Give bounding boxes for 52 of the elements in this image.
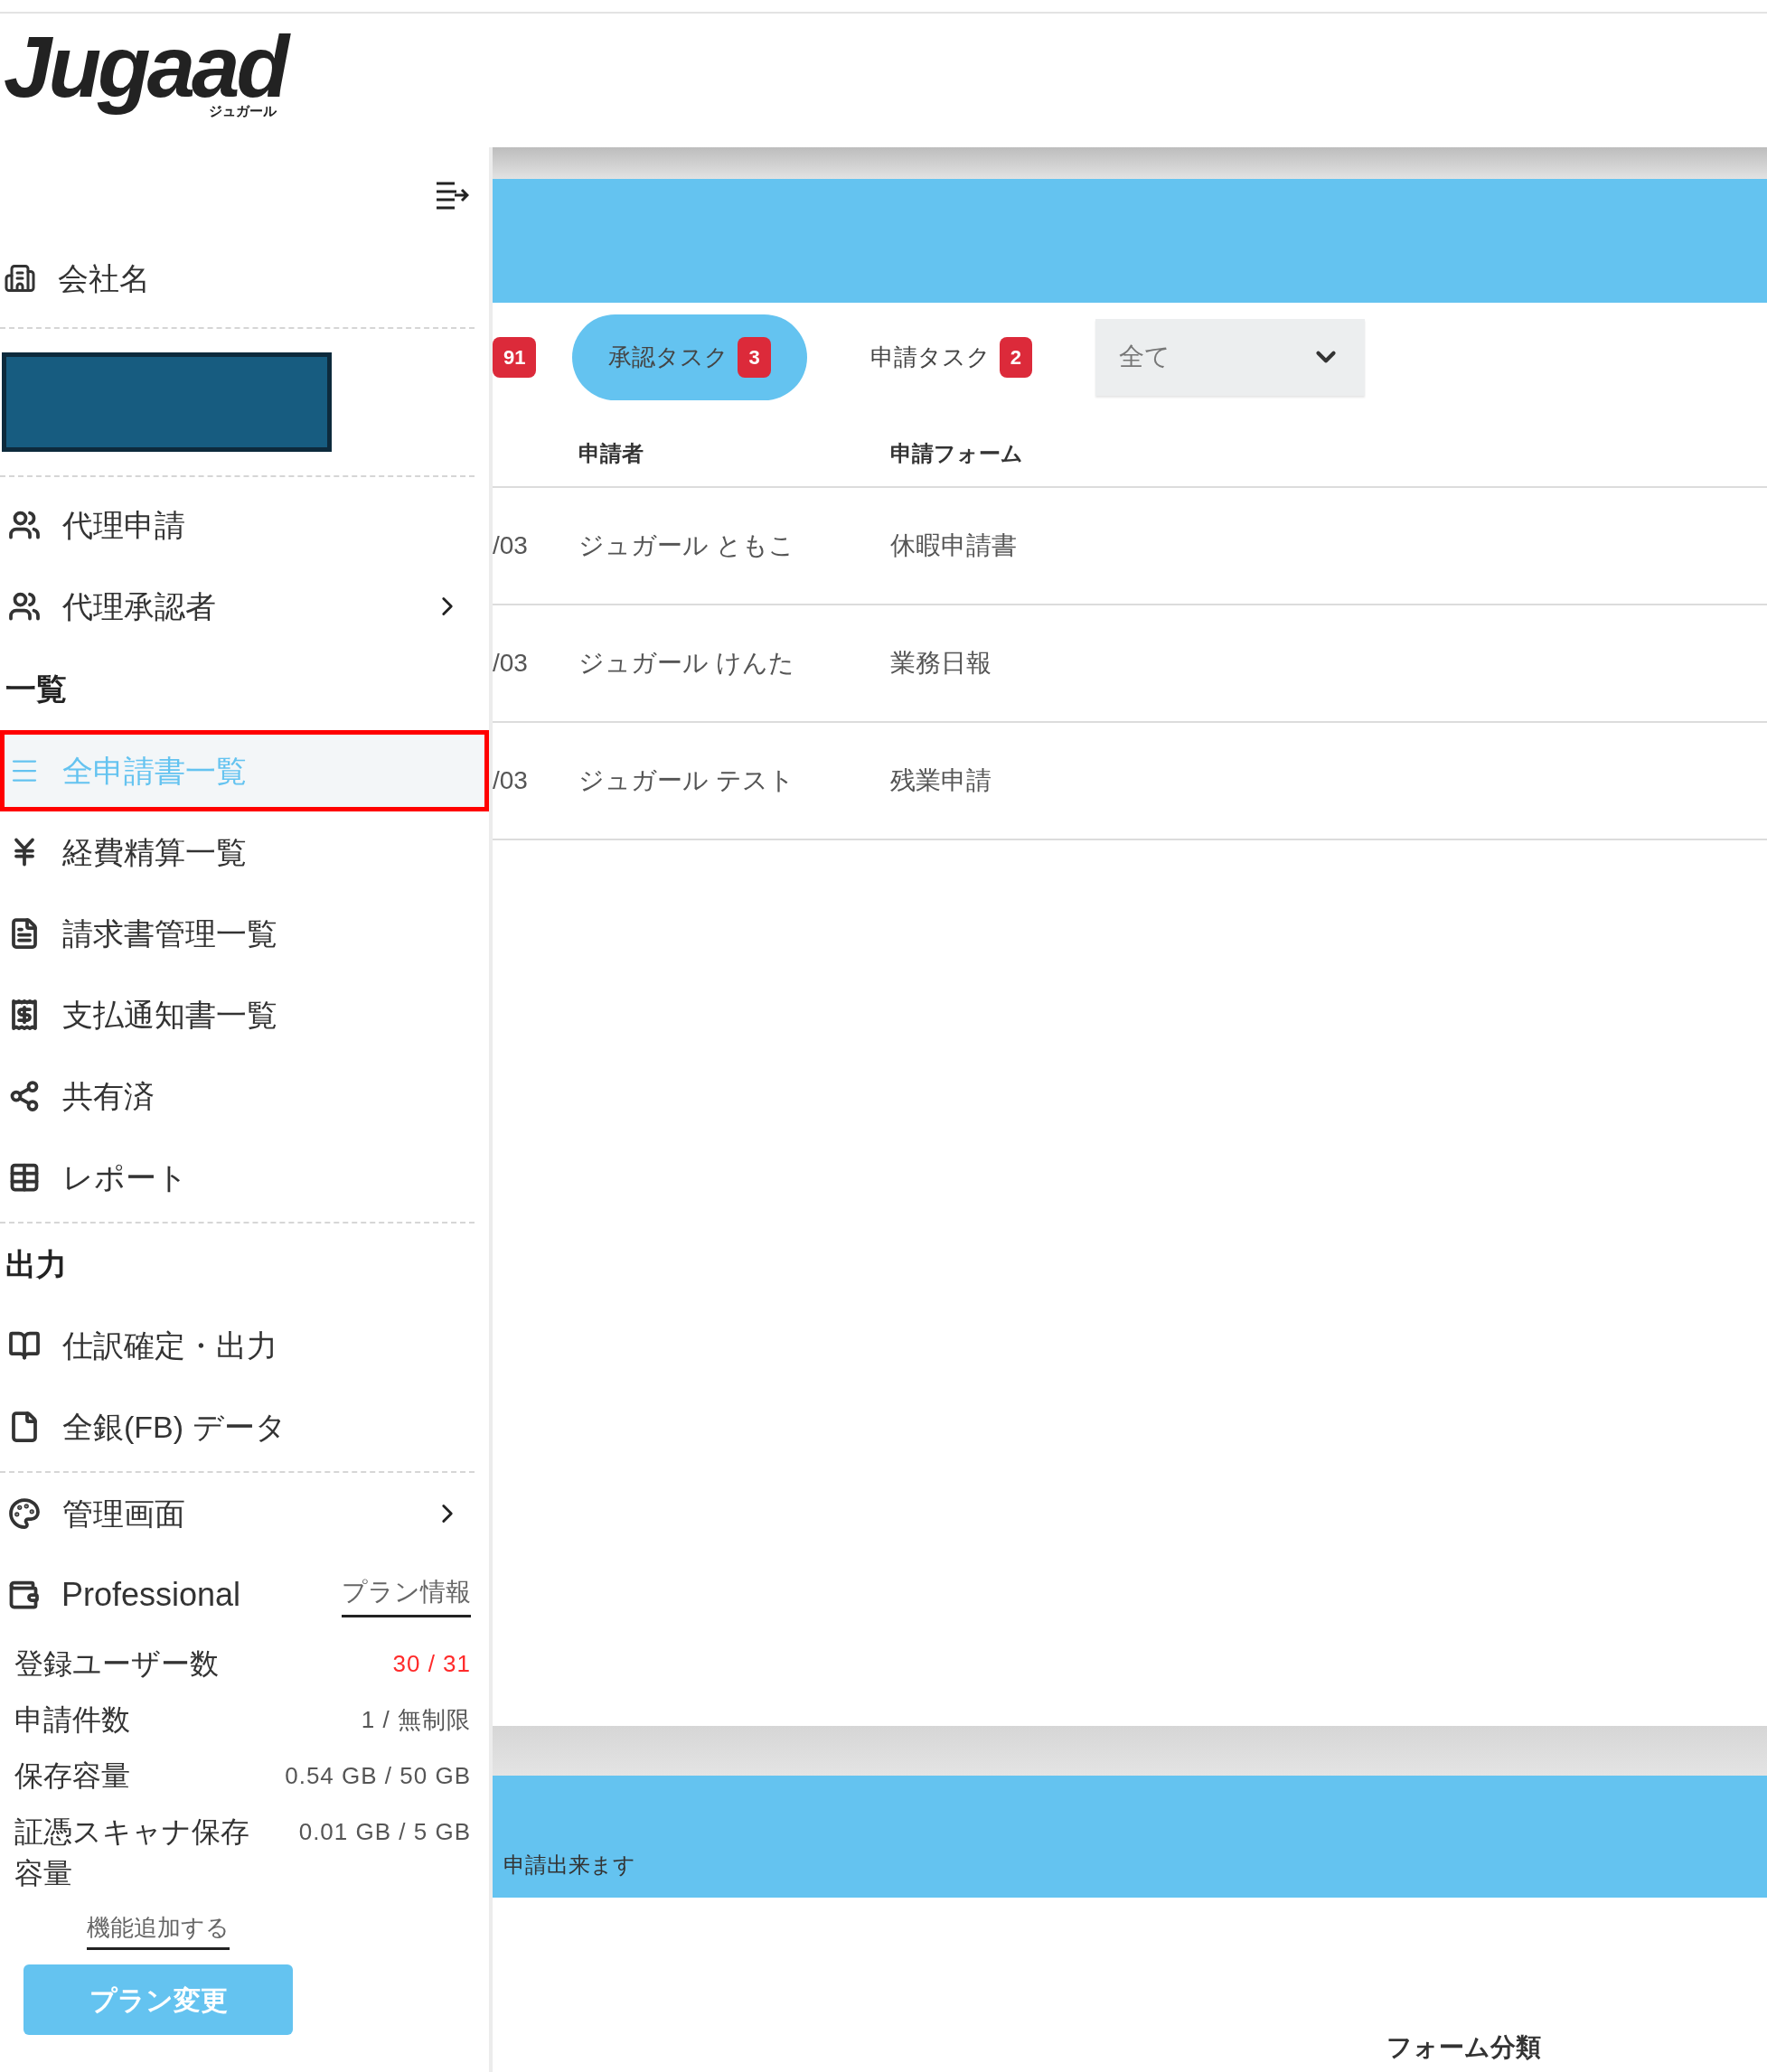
table-icon [8, 1161, 41, 1194]
share-icon [8, 1080, 41, 1112]
nav-item[interactable]: 支払通知書一覧 [0, 974, 489, 1055]
task-tab[interactable]: 91 [493, 314, 546, 400]
section-title: フォーム分類 [1386, 2032, 1541, 2063]
filter-select[interactable]: 全て [1095, 318, 1365, 396]
users-icon [8, 509, 41, 541]
stat-value: 1 / 無制限 [360, 1705, 471, 1735]
stat-label: 登録ユーザー数 [14, 1646, 220, 1682]
table-cell: 残業申請 [890, 766, 992, 794]
nav-item[interactable]: 経費精算一覧 [0, 811, 489, 893]
table-cell: /03 [493, 766, 528, 794]
column-header: 申請フォーム [890, 440, 1023, 465]
nav-item[interactable]: 請求書管理一覧 [0, 893, 489, 974]
stat-label: 証憑スキャナ保存容量 [14, 1814, 250, 1891]
table-cell: 休暇申請書 [890, 531, 1017, 559]
palette-icon [8, 1497, 41, 1530]
building-icon [4, 262, 36, 295]
table-cell: ジュガール けんた [578, 649, 794, 677]
column-header: 申請者 [578, 440, 644, 465]
nav-item[interactable]: 仕訳確定・出力 [0, 1305, 489, 1386]
task-tab[interactable]: 申請タスク 2 [833, 314, 1068, 400]
wallet-icon [7, 1579, 40, 1611]
stat-value: 0.01 GB / 5 GB [297, 1817, 471, 1847]
table-cell: ジュガール ともこ [578, 531, 794, 559]
count-badge: 2 [999, 336, 1032, 378]
stat-label: 申請件数 [14, 1702, 131, 1738]
table-cell: /03 [493, 531, 528, 559]
section-heading: 出力 [5, 1245, 68, 1283]
nav-item[interactable]: 代理承認者 [0, 566, 489, 647]
nav-item[interactable]: 管理画面 [0, 1473, 489, 1554]
add-feature-link[interactable]: 機能追加する [87, 1910, 230, 1950]
count-badge: 91 [493, 336, 537, 378]
table-cell: ジュガール テスト [578, 766, 794, 794]
stat-value: 0.54 GB / 50 GB [284, 1761, 471, 1791]
section-heading: 一覧 [5, 670, 68, 708]
plan-name: Professional [61, 1575, 242, 1615]
stat-label: 保存容量 [14, 1758, 131, 1794]
stat-value: 30 / 31 [391, 1649, 471, 1679]
table-cell: /03 [493, 649, 528, 677]
plan-info-link[interactable]: プラン情報 [342, 1572, 471, 1617]
nav-item[interactable]: 代理申請 [0, 484, 489, 566]
nav-item[interactable]: 共有済 [0, 1055, 489, 1137]
nav-item[interactable]: レポート [0, 1137, 489, 1218]
nav-item[interactable]: 全銀(FB) データ [0, 1386, 489, 1467]
company-name: 会社名 [58, 259, 150, 297]
task-tab[interactable]: 承認タスク 3 [572, 314, 807, 400]
count-badge: 3 [738, 336, 771, 378]
table-cell: 業務日報 [890, 649, 992, 677]
banner-text: 申請出来ます [503, 1852, 635, 1879]
users-icon [8, 590, 41, 623]
book-icon [8, 1329, 41, 1362]
